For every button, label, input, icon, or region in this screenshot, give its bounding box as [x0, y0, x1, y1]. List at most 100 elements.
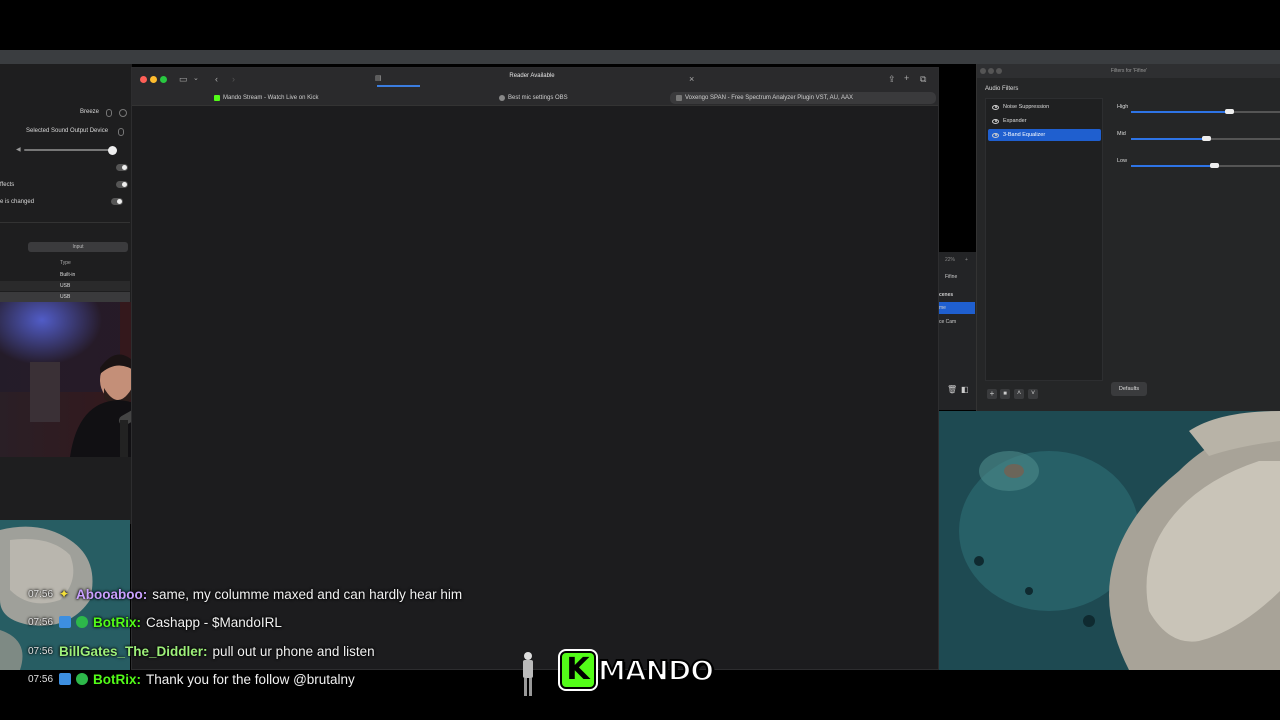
- desktop-menu-strip: [0, 50, 1280, 64]
- output-device-value[interactable]: Selected Sound Output Device: [26, 128, 108, 134]
- sidebar-icon[interactable]: ▭: [179, 74, 188, 84]
- chat-timestamp: 07:56: [28, 673, 54, 685]
- close-tab-icon[interactable]: ×: [689, 74, 694, 84]
- changed-toggle[interactable]: [111, 198, 123, 205]
- tab-label: Voxengo SPAN - Free Spectrum Analyzer Pl…: [685, 95, 853, 101]
- eq-low-slider[interactable]: [1131, 163, 1280, 168]
- zoom-in-icon[interactable]: +: [965, 257, 968, 263]
- chat-text: Cashapp - $MandoIRL: [146, 614, 282, 630]
- eq-high-label: High: [1117, 104, 1129, 110]
- stream-frame: Breeze Selected Sound Output Device ◀ ff…: [0, 0, 1280, 720]
- filter-label: Noise Suppression: [1003, 104, 1050, 110]
- address-bar[interactable]: Reader Available: [472, 73, 592, 79]
- kick-logo-icon: K: [560, 651, 596, 689]
- chat-username: BotRix:: [93, 614, 141, 630]
- eye-icon[interactable]: [992, 104, 999, 110]
- filter-item-expander[interactable]: Expander: [988, 115, 1101, 127]
- minimize-window-button[interactable]: [150, 76, 157, 83]
- defaults-button[interactable]: Defaults: [1111, 382, 1147, 396]
- tab-label: Mando Stream - Watch Live on Kick: [223, 95, 319, 101]
- audio-filters-heading: Audio Filters: [985, 86, 1019, 92]
- kick-favicon-icon: [214, 95, 220, 101]
- chat-message: 07:56 BillGates_The_Diddler: pull out ur…: [28, 641, 375, 661]
- web-favicon-icon: [499, 95, 505, 101]
- toggle-1[interactable]: [116, 164, 128, 171]
- close-window-button[interactable]: [980, 68, 986, 74]
- tab-overview-icon[interactable]: ⧉: [920, 74, 926, 84]
- device-type-cell: USB: [60, 294, 71, 300]
- background-landscape-right: [939, 411, 1280, 670]
- new-tab-icon[interactable]: +: [904, 73, 909, 83]
- eq-high-knob[interactable]: [1224, 109, 1234, 114]
- bot-badge-icon: [59, 616, 71, 628]
- tab-obs-settings[interactable]: Best mic settings OBS: [499, 92, 568, 104]
- page-load-progress: [377, 85, 420, 87]
- chat-timestamp: 07:56: [28, 588, 54, 600]
- move-down-icon[interactable]: ˅: [1028, 389, 1038, 399]
- chat-text: Thank you for the follow @brutalny: [146, 671, 355, 687]
- chat-username: BotRix:: [93, 671, 141, 687]
- bot-badge-icon: [59, 673, 71, 685]
- chat-message: 07:56 ✦ Abooaboo: same, my columme maxed…: [28, 584, 462, 604]
- share-icon[interactable]: ⇪: [888, 74, 896, 84]
- chevron-down-icon[interactable]: ⌄: [193, 74, 199, 84]
- chat-username: BillGates_The_Diddler:: [59, 643, 208, 659]
- add-filter-icon[interactable]: +: [987, 389, 997, 399]
- chat-timestamp: 07:56: [28, 616, 54, 628]
- output-volume-slider[interactable]: [24, 149, 116, 151]
- alert-sound-stepper[interactable]: [106, 109, 112, 117]
- close-window-button[interactable]: [140, 76, 147, 83]
- chat-message: 07:56 BotRix: Cashapp - $MandoIRL: [28, 612, 282, 632]
- chat-text: pull out ur phone and listen: [212, 643, 375, 659]
- obs-filters-window: Filters for 'Fifine' Audio Filters Noise…: [976, 64, 1280, 411]
- minimize-window-button[interactable]: [988, 68, 994, 74]
- alert-sound-value[interactable]: Breeze: [80, 109, 99, 115]
- chat-message: 07:56 BotRix: Thank you for the follow @…: [28, 669, 355, 689]
- divider: [0, 222, 130, 223]
- eq-mid-slider[interactable]: [1131, 136, 1280, 141]
- forward-icon[interactable]: ›: [232, 74, 235, 84]
- eq-mid-fill: [1131, 138, 1206, 140]
- filter-item-3-band-equalizer[interactable]: 3-Band Equalizer: [988, 129, 1101, 141]
- zoom-window-button[interactable]: [996, 68, 1002, 74]
- eq-low-knob[interactable]: [1209, 163, 1219, 168]
- character-figure-icon: [523, 652, 533, 696]
- eye-icon[interactable]: [992, 132, 999, 138]
- filter-label: Expander: [1003, 118, 1027, 124]
- back-icon[interactable]: ‹: [215, 74, 218, 84]
- filters-window-title: Filters for 'Fifine': [977, 64, 1280, 78]
- eq-mid-knob[interactable]: [1202, 136, 1211, 141]
- zoom-window-button[interactable]: [160, 76, 167, 83]
- device-type-cell: Built-in: [60, 272, 76, 278]
- effects-label: ffects: [0, 182, 15, 188]
- trash-icon[interactable]: 🗑: [947, 385, 957, 394]
- obs-window-fragment: 22% + Fifine cenes me ce Cam 🗑 ◧: [939, 252, 976, 410]
- source-name: Fifine: [945, 274, 958, 280]
- tab-label: Best mic settings OBS: [508, 95, 568, 101]
- output-device-stepper[interactable]: [118, 128, 124, 136]
- output-volume-knob[interactable]: [108, 146, 117, 155]
- audio-filter-list: Noise Suppression Expander 3-Band Equali…: [985, 98, 1103, 381]
- remove-filter-icon[interactable]: ■: [1000, 389, 1010, 399]
- filter-label: 3-Band Equalizer: [1003, 132, 1046, 138]
- eq-low-fill: [1131, 165, 1214, 167]
- panel-icon[interactable]: ◧: [961, 385, 969, 394]
- verified-badge-icon: [76, 673, 88, 685]
- tab-voxengo[interactable]: Voxengo SPAN - Free Spectrum Analyzer Pl…: [670, 92, 936, 104]
- filter-item-noise-suppression[interactable]: Noise Suppression: [988, 101, 1101, 113]
- tab-kick[interactable]: Mando Stream - Watch Live on Kick: [214, 92, 318, 104]
- device-type-cell: USB: [60, 283, 71, 289]
- reader-icon[interactable]: ▤: [375, 74, 382, 84]
- move-up-icon[interactable]: ˄: [1014, 389, 1024, 399]
- play-icon[interactable]: [119, 109, 127, 117]
- scene-item-label: ce Cam: [939, 319, 957, 325]
- eye-icon[interactable]: [992, 118, 999, 124]
- effects-toggle[interactable]: [116, 181, 128, 188]
- eq-low-label: Low: [1117, 158, 1128, 164]
- zoom-level: 22%: [945, 257, 956, 263]
- tab-input[interactable]: Input: [28, 242, 128, 252]
- letterbox-top: [0, 0, 1280, 50]
- mando-wordmark: MANDO: [597, 653, 715, 688]
- eq-high-slider[interactable]: [1131, 109, 1280, 114]
- eq-mid-label: Mid: [1117, 131, 1126, 137]
